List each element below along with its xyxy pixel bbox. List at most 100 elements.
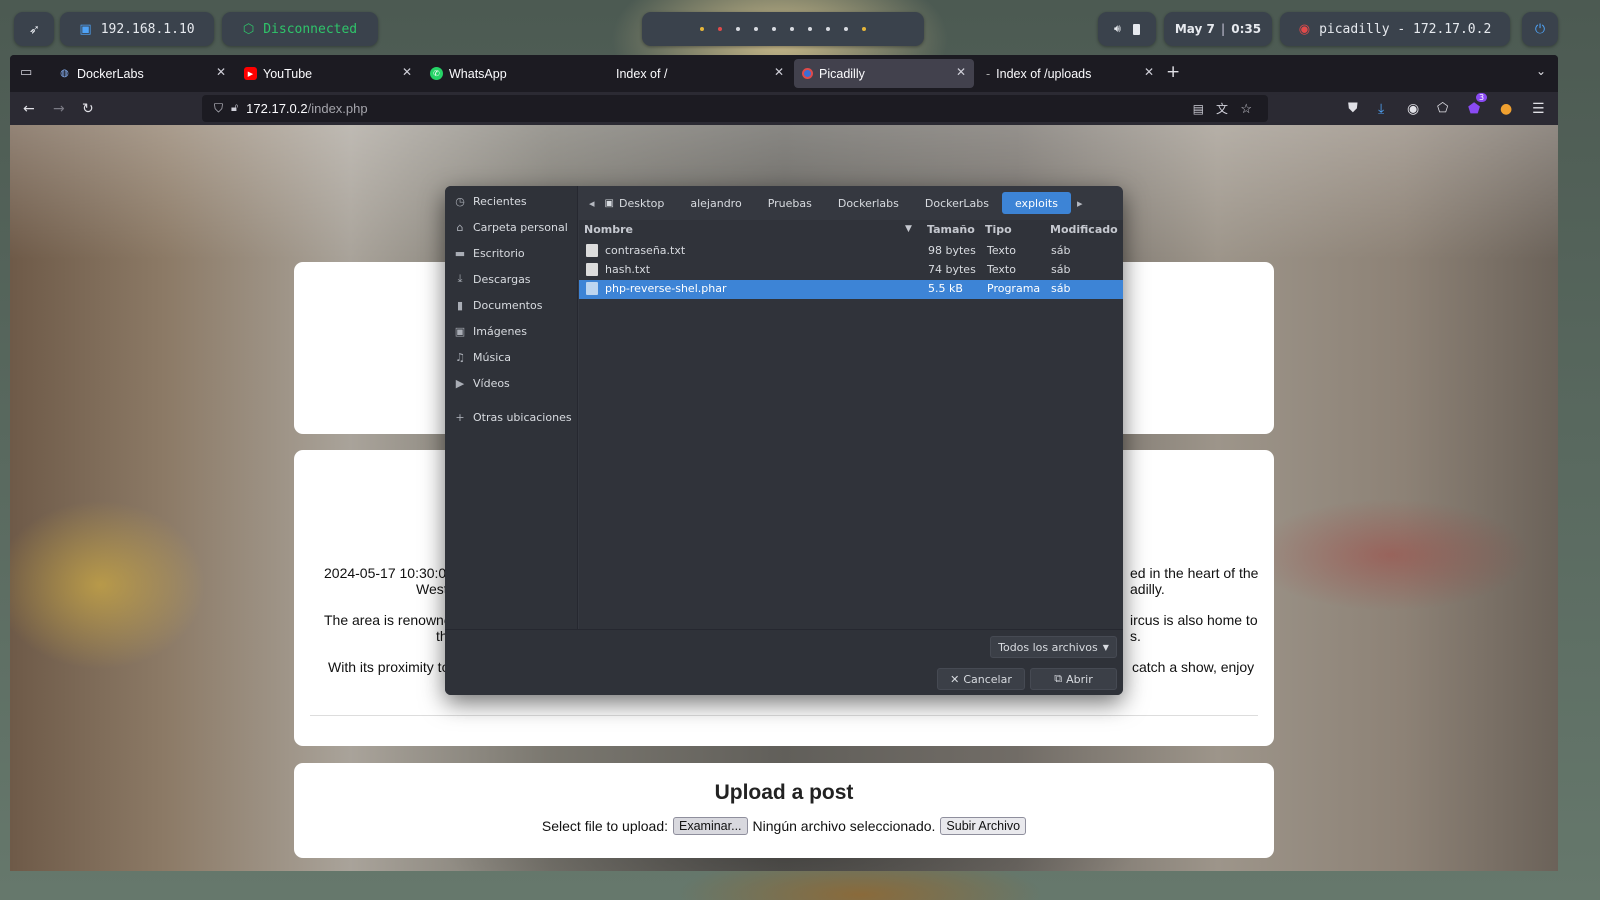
file-type: Programa bbox=[987, 282, 1041, 295]
menu-button[interactable]: ➶ bbox=[14, 12, 54, 46]
video-icon: ▶ bbox=[455, 376, 465, 390]
path-dockerlabs-2[interactable]: DockerLabs bbox=[912, 192, 1002, 214]
place-music[interactable]: ♫ Música bbox=[454, 347, 511, 367]
tab-overview-icon[interactable]: ▭ bbox=[20, 65, 32, 80]
workspace-dot[interactable] bbox=[718, 27, 722, 31]
file-row-selected[interactable]: php-reverse-shel.phar 5.5 kB Programa sá… bbox=[579, 280, 1123, 299]
workspace-dot[interactable] bbox=[808, 27, 812, 31]
extension-cookie-icon[interactable]: ● bbox=[1500, 101, 1512, 117]
path-desktop[interactable]: ▣ Desktop bbox=[601, 192, 678, 214]
app-menu-icon[interactable]: ☰ bbox=[1532, 101, 1545, 117]
place-label: Imágenes bbox=[473, 324, 527, 338]
clock-separator: | bbox=[1220, 22, 1226, 36]
target-icon: ◉ bbox=[1298, 21, 1311, 37]
account-icon[interactable]: ◉ bbox=[1407, 101, 1419, 117]
power-button[interactable]: ⏻ bbox=[1522, 12, 1558, 46]
path-alejandro[interactable]: alejandro bbox=[677, 192, 754, 214]
post-line1-right-cont: adilly. bbox=[1130, 581, 1165, 597]
workspace-switcher[interactable] bbox=[642, 12, 924, 46]
close-tab-icon[interactable]: ✕ bbox=[774, 65, 784, 79]
close-tab-icon[interactable]: ✕ bbox=[402, 65, 412, 79]
tab-label: WhatsApp bbox=[449, 66, 507, 81]
url-host: 172.17.0.2 bbox=[246, 101, 308, 116]
tab-label: DockerLabs bbox=[77, 66, 144, 81]
column-modified[interactable]: Modificado bbox=[1050, 223, 1118, 239]
column-type[interactable]: Tipo bbox=[985, 223, 1012, 239]
back-icon[interactable]: ← bbox=[23, 101, 35, 117]
workspace-dot[interactable] bbox=[826, 27, 830, 31]
place-label: Carpeta personal bbox=[473, 220, 568, 234]
tab-youtube[interactable]: ▶ YouTube ✕ bbox=[236, 59, 420, 88]
path-bar: ◂ ▣ Desktop alejandro Pruebas Dockerlabs … bbox=[583, 192, 1088, 214]
file-row[interactable]: hash.txt 74 bytes Texto sáb bbox=[579, 261, 1123, 280]
url-path: /index.php bbox=[307, 101, 368, 116]
tab-whatsapp[interactable]: ✆ WhatsApp ✕ bbox=[422, 59, 606, 88]
place-images[interactable]: ▣ Imágenes bbox=[454, 321, 527, 341]
workspace-dot[interactable] bbox=[790, 27, 794, 31]
workspace-dot[interactable] bbox=[844, 27, 848, 31]
column-size[interactable]: Tamaño bbox=[927, 223, 975, 239]
path-exploits[interactable]: exploits bbox=[1001, 192, 1071, 214]
date-label: May 7 bbox=[1174, 22, 1215, 36]
downloads-icon[interactable]: ⤓ bbox=[1378, 101, 1384, 117]
extensions-icon[interactable]: ⬠ bbox=[1437, 101, 1448, 116]
url-bar[interactable]: ⛉ 🔓︎ 172.17.0.2/index.php ▤ 文 ☆ bbox=[202, 95, 1268, 122]
place-documents[interactable]: ▮ Documentos bbox=[454, 295, 542, 315]
submit-upload-button[interactable]: Subir Archivo bbox=[940, 817, 1027, 835]
reload-icon[interactable]: ↻ bbox=[82, 101, 94, 117]
workspace-dot[interactable] bbox=[754, 27, 758, 31]
place-label: Vídeos bbox=[473, 376, 510, 390]
volume-icon[interactable]: 🔊︎ bbox=[1114, 22, 1121, 36]
place-other-locations[interactable]: + Otras ubicaciones bbox=[454, 407, 571, 427]
workspace-dot[interactable] bbox=[862, 27, 866, 31]
place-label: Escritorio bbox=[473, 246, 525, 260]
system-tray[interactable]: 🔊︎ bbox=[1098, 12, 1156, 46]
executable-file-icon bbox=[586, 282, 598, 295]
battery-icon[interactable] bbox=[1132, 23, 1140, 35]
cancel-button[interactable]: ✕ Cancelar bbox=[937, 668, 1025, 690]
tab-dockerlabs[interactable]: ◍ DockerLabs ✕ bbox=[50, 59, 234, 88]
forward-icon[interactable]: → bbox=[53, 101, 65, 117]
sort-arrow-icon[interactable]: ▼ bbox=[905, 224, 912, 234]
lock-icon[interactable]: 🔓︎ bbox=[231, 102, 238, 115]
dialog-footer: Todos los archivos ▼ ✕ Cancelar ⧉ Abrir bbox=[445, 629, 1123, 695]
path-scroll-left-icon[interactable]: ◂ bbox=[583, 192, 601, 214]
file-row[interactable]: contraseña.txt 98 bytes Texto sáb bbox=[579, 242, 1123, 261]
translate-icon[interactable]: 文 bbox=[1216, 100, 1228, 117]
pocket-icon[interactable]: ⛊ bbox=[1348, 101, 1358, 116]
open-button[interactable]: ⧉ Abrir bbox=[1030, 668, 1117, 690]
column-name[interactable]: Nombre bbox=[584, 223, 633, 239]
path-scroll-right-icon[interactable]: ▸ bbox=[1071, 192, 1089, 214]
browse-button[interactable]: Examinar... bbox=[673, 817, 748, 835]
close-tab-icon[interactable]: ✕ bbox=[956, 65, 966, 79]
file-size: 74 bytes bbox=[928, 263, 976, 276]
place-recientes[interactable]: ◷ Recientes bbox=[454, 191, 526, 211]
image-icon: ▣ bbox=[454, 324, 466, 338]
upload-label: Select file to upload: bbox=[541, 818, 668, 834]
workspace-dot[interactable] bbox=[700, 27, 704, 31]
reader-view-icon[interactable]: ▤ bbox=[1193, 102, 1204, 116]
target-label: picadilly - 172.17.0.2 bbox=[1319, 21, 1492, 37]
new-tab-icon[interactable]: + bbox=[1166, 62, 1180, 82]
file-modified: sáb bbox=[1051, 282, 1071, 295]
file-filter-dropdown[interactable]: Todos los archivos ▼ bbox=[990, 636, 1117, 658]
path-dockerlabs[interactable]: Dockerlabs bbox=[825, 192, 912, 214]
extension-purple-icon[interactable]: ⬟ 3 bbox=[1468, 92, 1488, 117]
tab-picadilly[interactable]: Picadilly ✕ bbox=[794, 59, 974, 88]
workspace-dot[interactable] bbox=[772, 27, 776, 31]
path-pruebas[interactable]: Pruebas bbox=[755, 192, 825, 214]
place-home[interactable]: ⌂ Carpeta personal bbox=[454, 217, 568, 237]
tracking-shield-icon[interactable]: ⛉ bbox=[214, 101, 223, 116]
tab-label: Index of / bbox=[616, 66, 668, 81]
close-tab-icon[interactable]: ✕ bbox=[216, 65, 226, 79]
bookmark-star-icon[interactable]: ☆ bbox=[1240, 101, 1252, 117]
close-tab-icon[interactable]: ✕ bbox=[1144, 65, 1154, 79]
tab-index[interactable]: Index of / ✕ bbox=[608, 59, 792, 88]
list-tabs-icon[interactable]: ⌄ bbox=[1536, 64, 1546, 78]
tab-index-uploads[interactable]: - Index of /uploads ✕ bbox=[978, 59, 1162, 88]
place-videos[interactable]: ▶ Vídeos bbox=[454, 373, 510, 393]
place-label: Descargas bbox=[473, 272, 531, 286]
place-downloads[interactable]: ⤓ Descargas bbox=[454, 269, 531, 289]
place-desktop[interactable]: ▬ Escritorio bbox=[454, 243, 525, 263]
workspace-dot[interactable] bbox=[736, 27, 740, 31]
